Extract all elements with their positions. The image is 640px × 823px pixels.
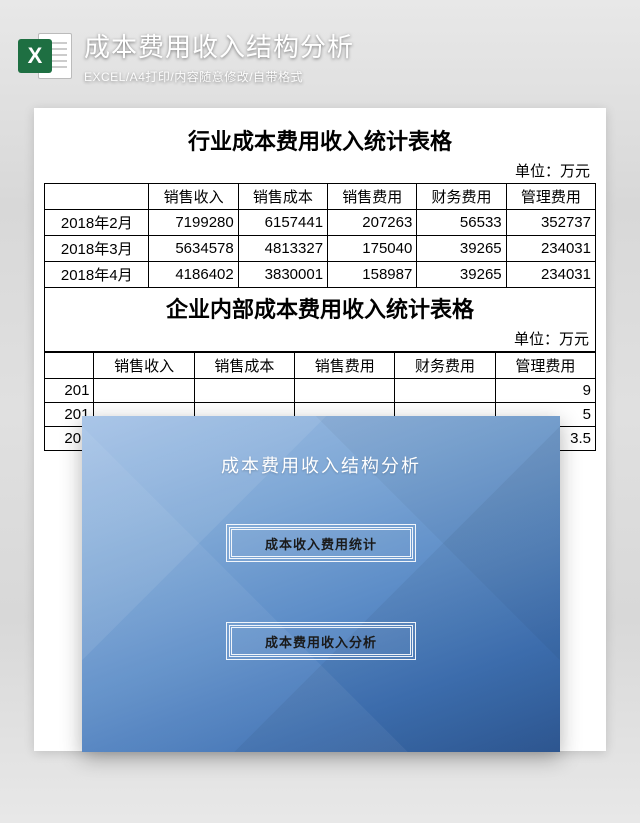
cell: 234031: [506, 262, 595, 288]
overlay-title: 成本费用收入结构分析: [221, 452, 421, 478]
col-sales-cost: 销售成本: [238, 184, 327, 210]
header-title: 成本费用收入结构分析: [84, 27, 354, 64]
table-row: 2018年3月 5634578 4813327 175040 39265 234…: [45, 236, 596, 262]
row-label: 201: [45, 379, 94, 403]
excel-icon: X: [18, 29, 72, 83]
cell: [295, 379, 395, 403]
col-sales-income: 销售收入: [149, 184, 238, 210]
cell: 175040: [328, 236, 417, 262]
table1-title: 行业成本费用收入统计表格: [44, 120, 596, 158]
col-sales-income: 销售收入: [94, 353, 194, 379]
header-subtitle: EXCEL/A4打印/内容随意修改/自带格式: [84, 68, 354, 85]
col-admin-expense: 管理费用: [506, 184, 595, 210]
cell: 56533: [417, 210, 506, 236]
table2-title: 企业内部成本费用收入统计表格: [44, 288, 596, 326]
row-label: 2018年2月: [45, 210, 149, 236]
cell: [194, 379, 294, 403]
table2-unit: 单位：万元: [44, 326, 596, 352]
cell: 4186402: [149, 262, 238, 288]
cell: 39265: [417, 236, 506, 262]
table1: 销售收入 销售成本 销售费用 财务费用 管理费用 2018年2月 7199280…: [44, 183, 596, 288]
cell: 3830001: [238, 262, 327, 288]
navigation-card: 成本费用收入结构分析 成本收入费用统计 成本费用收入分析: [82, 416, 560, 752]
table1-header-row: 销售收入 销售成本 销售费用 财务费用 管理费用: [45, 184, 596, 210]
col-sales-expense: 销售费用: [328, 184, 417, 210]
table-row: 2018年4月 4186402 3830001 158987 39265 234…: [45, 262, 596, 288]
col-blank: [45, 184, 149, 210]
cell: 5634578: [149, 236, 238, 262]
cell: [395, 379, 495, 403]
row-label: 2018年3月: [45, 236, 149, 262]
table-row: 2018年2月 7199280 6157441 207263 56533 352…: [45, 210, 596, 236]
cell: 39265: [417, 262, 506, 288]
cell: 4813327: [238, 236, 327, 262]
cell: [94, 379, 194, 403]
col-admin-expense: 管理费用: [495, 353, 595, 379]
col-sales-cost: 销售成本: [194, 353, 294, 379]
col-finance-expense: 财务费用: [417, 184, 506, 210]
table-row: 201 9: [45, 379, 596, 403]
cell: 158987: [328, 262, 417, 288]
cell: 352737: [506, 210, 595, 236]
table1-unit: 单位：万元: [44, 158, 596, 183]
stats-button[interactable]: 成本收入费用统计: [226, 524, 416, 562]
cell: 9: [495, 379, 595, 403]
analysis-button[interactable]: 成本费用收入分析: [226, 622, 416, 660]
col-blank: [45, 353, 94, 379]
col-finance-expense: 财务费用: [395, 353, 495, 379]
table2-header-row: 销售收入 销售成本 销售费用 财务费用 管理费用: [45, 353, 596, 379]
cell: 207263: [328, 210, 417, 236]
cell: 234031: [506, 236, 595, 262]
cell: 6157441: [238, 210, 327, 236]
excel-badge-letter: X: [18, 39, 52, 73]
row-label: 2018年4月: [45, 262, 149, 288]
col-sales-expense: 销售费用: [295, 353, 395, 379]
cell: 7199280: [149, 210, 238, 236]
template-header: X 成本费用收入结构分析 EXCEL/A4打印/内容随意修改/自带格式: [18, 24, 622, 88]
